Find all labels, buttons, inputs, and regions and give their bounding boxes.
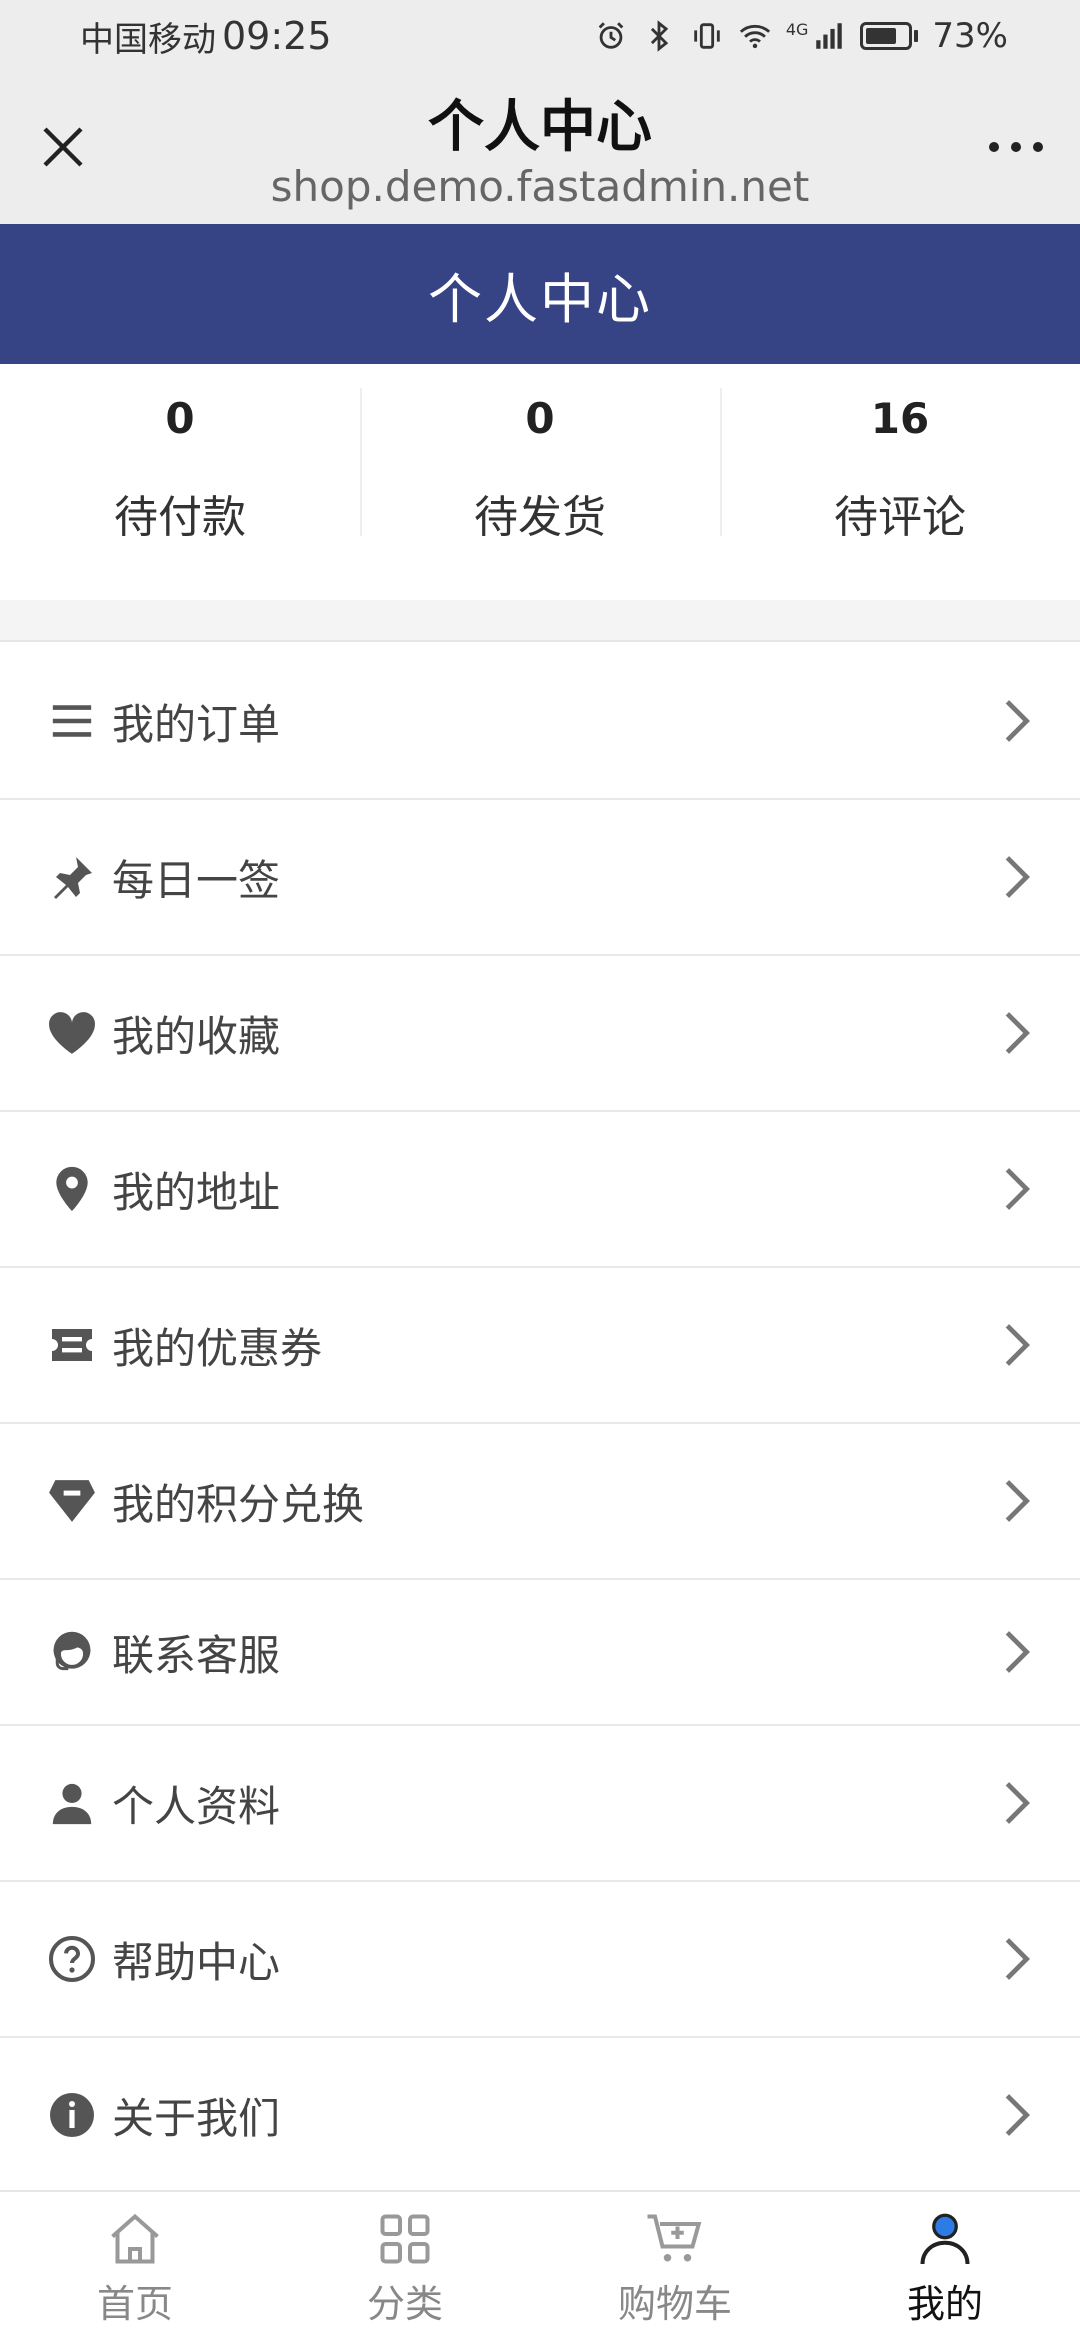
- tab-cart[interactable]: 购物车: [540, 2192, 810, 2340]
- grid-icon: [380, 2214, 430, 2263]
- ticket-icon: [46, 1319, 98, 1371]
- more-icon: [989, 142, 1043, 152]
- wifi-icon: [739, 24, 770, 49]
- menu-item-help-center[interactable]: 帮助中心: [0, 1882, 1080, 2038]
- stat-pending-payment[interactable]: 0 待付款: [0, 364, 360, 600]
- menu-label: 个人资料: [112, 1781, 281, 1831]
- cart-icon: [647, 2214, 702, 2261]
- clock: 09:25: [222, 14, 332, 58]
- browser-title: 个人中心: [428, 95, 652, 160]
- vibrate-icon: [694, 23, 720, 49]
- section-divider: [0, 600, 1080, 642]
- stat-pending-shipment[interactable]: 0 待发货: [360, 364, 720, 600]
- heart-icon: [46, 1007, 98, 1059]
- carrier-label: 中国移动: [80, 19, 216, 60]
- menu-label: 每日一签: [112, 855, 281, 905]
- browser-header: 个人中心 shop.demo.fastadmin.net: [0, 72, 1080, 224]
- tab-label: 我的: [906, 2281, 983, 2326]
- page-title: 个人中心: [428, 267, 652, 331]
- location-icon: [46, 1163, 98, 1215]
- stat-label: 待发货: [474, 492, 606, 543]
- menu-label: 我的订单: [112, 699, 281, 749]
- chevron-right-icon: [1005, 1782, 1030, 1824]
- chevron-right-icon: [1005, 1631, 1030, 1673]
- chevron-right-icon: [1005, 856, 1030, 898]
- signal-icon: [816, 23, 843, 49]
- battery-percent: 73%: [932, 16, 1008, 56]
- diamond-icon: [46, 1475, 98, 1527]
- chevron-right-icon: [1005, 1324, 1030, 1366]
- help-icon: [46, 1933, 98, 1985]
- chevron-right-icon: [1005, 2094, 1030, 2136]
- tab-category[interactable]: 分类: [270, 2192, 540, 2340]
- stat-pending-review[interactable]: 16 待评论: [720, 364, 1080, 600]
- stat-value: 0: [165, 394, 195, 443]
- customer-service-icon: [46, 1626, 98, 1678]
- menu-label: 我的积分兑换: [112, 1479, 365, 1529]
- menu-label: 帮助中心: [112, 1937, 281, 1987]
- more-button[interactable]: [976, 114, 1056, 180]
- profile-icon: [920, 2213, 970, 2264]
- menu-label: 联系客服: [112, 1630, 281, 1680]
- home-icon: [111, 2213, 159, 2263]
- menu-item-about-us[interactable]: 关于我们: [0, 2038, 1080, 2194]
- menu-item-coupons[interactable]: 我的优惠券: [0, 1268, 1080, 1424]
- menu-label: 我的地址: [112, 1167, 281, 1217]
- info-icon: [46, 2089, 98, 2141]
- status-bar: 中国移动 09:25 4G 73%: [0, 0, 1080, 72]
- menu-label: 关于我们: [112, 2093, 281, 2143]
- network-label: 4G: [785, 19, 809, 39]
- tab-home[interactable]: 首页: [0, 2192, 270, 2340]
- user-icon: [46, 1777, 98, 1829]
- chevron-right-icon: [1005, 1938, 1030, 1980]
- bottom-tab-bar: 首页 分类 购物车 我的: [0, 2190, 1080, 2340]
- tab-label: 购物车: [617, 2281, 732, 2326]
- menu-item-address[interactable]: 我的地址: [0, 1112, 1080, 1268]
- menu-label: 我的收藏: [112, 1011, 281, 1061]
- menu-list: 我的订单 每日一签 我的收藏 我的地址 我的优惠券 我的积分兑换 联系客服 个人…: [0, 644, 1080, 2194]
- menu-item-profile[interactable]: 个人资料: [0, 1726, 1080, 1882]
- status-left: 中国移动 09:25: [80, 12, 332, 61]
- stat-label: 待评论: [834, 492, 966, 543]
- menu-item-customer-service[interactable]: 联系客服: [0, 1580, 1080, 1726]
- stat-label: 待付款: [114, 492, 246, 543]
- tab-label: 首页: [96, 2281, 173, 2326]
- pin-icon: [46, 851, 98, 903]
- chevron-right-icon: [1005, 1012, 1030, 1054]
- tab-mine[interactable]: 我的: [810, 2192, 1080, 2340]
- battery-icon: [860, 22, 919, 50]
- menu-label: 我的优惠券: [112, 1323, 323, 1373]
- tab-label: 分类: [366, 2281, 443, 2326]
- order-stats: 0 待付款 0 待发货 16 待评论: [0, 364, 1080, 600]
- menu-item-favorites[interactable]: 我的收藏: [0, 956, 1080, 1112]
- stat-value: 16: [870, 394, 930, 443]
- status-right: 4G 73%: [594, 16, 1008, 56]
- menu-item-orders[interactable]: 我的订单: [0, 644, 1080, 800]
- chevron-right-icon: [1005, 1168, 1030, 1210]
- page-header: 个人中心: [0, 224, 1080, 364]
- alarm-icon: [598, 22, 624, 49]
- menu-item-points-exchange[interactable]: 我的积分兑换: [0, 1424, 1080, 1580]
- browser-url: shop.demo.fastadmin.net: [270, 162, 810, 211]
- menu-item-daily-checkin[interactable]: 每日一签: [0, 800, 1080, 956]
- bluetooth-icon: [650, 20, 669, 52]
- stat-value: 0: [525, 394, 555, 443]
- chevron-right-icon: [1005, 700, 1030, 742]
- chevron-right-icon: [1005, 1480, 1030, 1522]
- list-icon: [46, 695, 98, 747]
